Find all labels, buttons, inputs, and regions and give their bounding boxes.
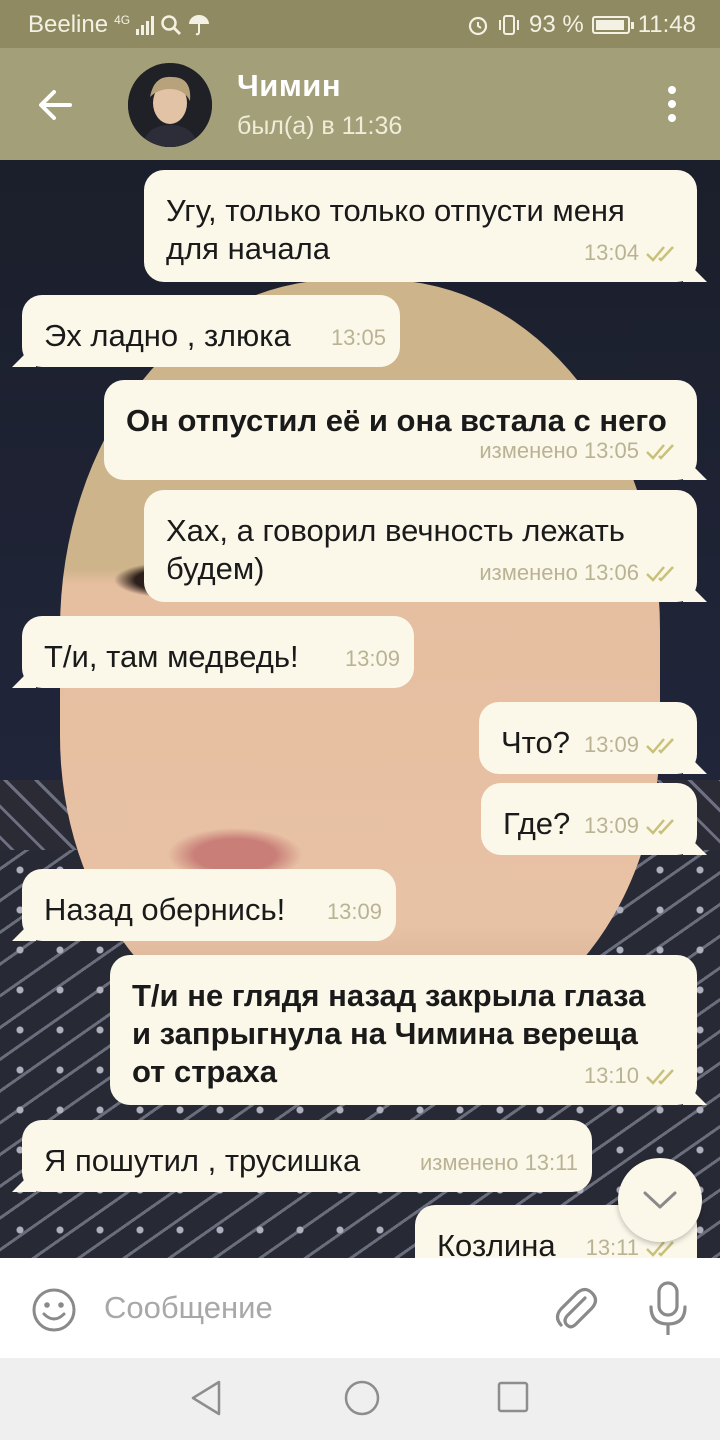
message-text: Т/и, там медведь!: [44, 639, 299, 674]
message-bubble[interactable]: Т/и не глядя назад закрыла глаза и запры…: [110, 955, 697, 1105]
nav-recent-icon[interactable]: [496, 1380, 530, 1414]
double-check-icon: [646, 566, 674, 582]
umbrella-icon: [189, 15, 210, 36]
battery-icon: [591, 16, 634, 34]
vibrate-icon: [499, 15, 520, 35]
search-icon: [161, 15, 182, 35]
chat-header: Чимин был(а) в 11:36: [0, 48, 720, 160]
message-text: Назад обернись!: [44, 892, 286, 927]
avatar-image: [128, 63, 212, 147]
system-navigation-bar: [0, 1358, 720, 1440]
message-bubble[interactable]: Хах, а говорил вечность лежать будем) из…: [144, 490, 697, 602]
avatar[interactable]: [128, 63, 212, 147]
message-bubble[interactable]: Что? 13:09: [479, 702, 697, 774]
chevron-down-icon: [643, 1191, 677, 1209]
double-check-icon: [646, 1069, 674, 1085]
paperclip-icon[interactable]: [552, 1284, 600, 1334]
message-bubble[interactable]: Эх ладно , злюка 13:05: [22, 295, 400, 367]
message-bubble[interactable]: Угу, только только отпусти меня для нача…: [144, 170, 697, 282]
last-seen-status: был(а) в 11:36: [237, 112, 403, 140]
chat-background[interactable]: Угу, только только отпусти меня для нача…: [0, 160, 720, 1258]
message-bubble[interactable]: Он отпустил её и она встала с него измен…: [104, 380, 697, 480]
message-time: изменено 13:05: [479, 438, 639, 463]
alarm-icon: [468, 16, 488, 36]
double-check-icon: [646, 738, 674, 754]
microphone-icon[interactable]: [646, 1280, 690, 1338]
battery-percent: 93 %: [529, 11, 584, 38]
scroll-down-button[interactable]: [618, 1158, 702, 1242]
message-text: Эх ладно , злюка: [44, 318, 291, 353]
network-type: 4G: [114, 13, 131, 27]
message-input[interactable]: [104, 1286, 524, 1330]
back-arrow-icon[interactable]: [30, 80, 80, 130]
double-check-icon: [646, 819, 674, 835]
carrier-name: Beeline: [28, 11, 109, 38]
double-check-icon: [646, 444, 674, 460]
nav-back-icon[interactable]: [188, 1378, 224, 1418]
message-input-bar: [0, 1258, 720, 1358]
emoji-icon[interactable]: [30, 1286, 78, 1334]
status-bar: Beeline 4G 93 % 11:48: [0, 0, 720, 48]
message-bubble[interactable]: Т/и, там медведь! 13:09: [22, 616, 414, 688]
message-time: 13:10: [583, 1063, 639, 1088]
message-bubble[interactable]: Я пошутил , трусишка изменено 13:11: [22, 1120, 592, 1192]
message-time: изменено 13:06: [479, 560, 639, 585]
double-check-icon: [646, 246, 674, 262]
clock: 11:48: [637, 11, 696, 38]
message-time: 13:09: [583, 732, 639, 757]
message-time: 13:04: [583, 240, 639, 265]
message-time: 13:11: [585, 1235, 639, 1258]
signal-icon: [136, 15, 155, 35]
message-time: 13:09: [583, 813, 639, 838]
message-bubble[interactable]: Где? 13:09: [481, 783, 697, 855]
message-time: 13:05: [330, 325, 386, 350]
nav-home-icon[interactable]: [342, 1378, 382, 1418]
more-vertical-icon[interactable]: [654, 84, 690, 124]
contact-name[interactable]: Чимин: [237, 68, 341, 104]
message-bubble[interactable]: Назад обернись! 13:09: [22, 869, 396, 941]
message-time: 13:09: [326, 899, 382, 924]
message-time: изменено 13:11: [419, 1150, 578, 1175]
message-time: 13:09: [344, 646, 400, 671]
